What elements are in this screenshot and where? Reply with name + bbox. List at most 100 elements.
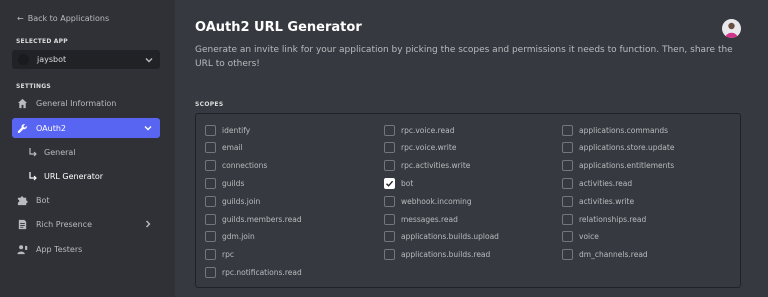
scope-label: guilds.join bbox=[222, 196, 261, 206]
scope-label: rpc bbox=[222, 250, 234, 260]
app-avatar bbox=[18, 54, 29, 65]
puzzle-icon bbox=[17, 195, 28, 206]
scope-checkbox[interactable] bbox=[205, 160, 216, 172]
scope-checkbox[interactable] bbox=[384, 160, 395, 172]
scope-checkbox-row[interactable]: applications.builds.upload bbox=[384, 230, 499, 244]
scope-checkbox-row[interactable]: rpc.voice.read bbox=[384, 123, 454, 137]
scope-checkbox-row[interactable]: applications.store.update bbox=[562, 141, 674, 155]
scope-checkbox[interactable] bbox=[205, 124, 216, 136]
app-selector[interactable]: jaysbot bbox=[12, 50, 160, 69]
scope-checkbox[interactable] bbox=[562, 213, 573, 225]
scope-checkbox-row[interactable]: activities.read bbox=[562, 176, 632, 190]
sidebar-item-app-testers[interactable]: App Testers bbox=[12, 239, 160, 259]
scope-checkbox-row[interactable]: voice bbox=[562, 230, 599, 244]
scope-checkbox[interactable] bbox=[384, 124, 395, 136]
scope-checkbox-row[interactable]: bot bbox=[384, 176, 413, 190]
scopes-heading: SCOPES bbox=[195, 101, 224, 108]
scope-label: messages.read bbox=[401, 214, 458, 224]
page-title: OAuth2 URL Generator bbox=[195, 20, 362, 35]
sidebar-item-bot[interactable]: Bot bbox=[12, 190, 160, 210]
scope-checkbox-row[interactable]: applications.commands bbox=[562, 123, 668, 137]
chevron-down-icon bbox=[144, 126, 152, 131]
sidebar-item-rich-presence[interactable]: Rich Presence bbox=[12, 214, 160, 234]
scope-label: identify bbox=[222, 125, 251, 135]
scope-checkbox-row[interactable]: email bbox=[205, 141, 243, 155]
scope-checkbox-row[interactable]: applications.builds.read bbox=[384, 248, 490, 262]
scope-checkbox[interactable] bbox=[562, 231, 573, 243]
scope-label: guilds.members.read bbox=[222, 214, 302, 224]
sidebar-item-oauth2[interactable]: OAuth2 bbox=[12, 118, 160, 138]
scope-label: connections bbox=[222, 161, 268, 171]
scope-checkbox[interactable] bbox=[384, 249, 395, 261]
sidebar-subitem-label: URL Generator bbox=[44, 171, 104, 181]
scope-label: gdm.join bbox=[222, 232, 255, 242]
scope-checkbox-row[interactable]: rpc.notifications.read bbox=[205, 265, 302, 279]
scope-checkbox[interactable] bbox=[384, 142, 395, 154]
scope-label: activities.write bbox=[579, 196, 635, 206]
scope-checkbox[interactable] bbox=[205, 231, 216, 243]
scope-checkbox-row[interactable]: rpc bbox=[205, 248, 234, 262]
sidebar-subitem-label: General bbox=[44, 147, 76, 157]
scope-label: voice bbox=[579, 232, 599, 242]
scope-checkbox-row[interactable]: connections bbox=[205, 159, 267, 173]
back-link-label: Back to Applications bbox=[27, 14, 110, 23]
scope-checkbox-row[interactable]: webhook.incoming bbox=[384, 194, 472, 208]
scope-checkbox[interactable] bbox=[562, 249, 573, 261]
scope-checkbox-row[interactable]: dm_channels.read bbox=[562, 248, 648, 262]
main-content: OAuth2 URL Generator Generate an invite … bbox=[175, 0, 768, 297]
scope-label: relationships.read bbox=[579, 214, 647, 224]
page-description: Generate an invite link for your applica… bbox=[195, 45, 733, 69]
scope-checkbox-row[interactable]: guilds.join bbox=[205, 194, 260, 208]
back-to-applications-link[interactable]: ← Back to Applications bbox=[17, 14, 109, 23]
scope-label: applications.entitlements bbox=[579, 161, 675, 171]
document-icon bbox=[17, 219, 28, 230]
scope-label: activities.read bbox=[579, 178, 633, 188]
scope-checkbox[interactable] bbox=[205, 266, 216, 278]
avatar[interactable] bbox=[722, 19, 741, 38]
subitem-arrow-icon bbox=[29, 172, 37, 181]
scope-checkbox-row[interactable]: applications.entitlements bbox=[562, 159, 674, 173]
scope-checkbox[interactable] bbox=[562, 195, 573, 207]
sidebar: ← Back to Applications SELECTED APP jays… bbox=[0, 0, 175, 297]
scope-checkbox-row[interactable]: guilds.members.read bbox=[205, 212, 302, 226]
scope-checkbox-row[interactable]: rpc.activities.write bbox=[384, 159, 470, 173]
scope-checkbox[interactable] bbox=[205, 177, 216, 189]
scope-label: email bbox=[222, 143, 243, 153]
scope-checkbox[interactable] bbox=[384, 213, 395, 225]
scope-label: guilds bbox=[222, 178, 245, 188]
scope-label: dm_channels.read bbox=[579, 250, 648, 260]
scope-checkbox[interactable] bbox=[562, 160, 573, 172]
scope-checkbox[interactable] bbox=[562, 177, 573, 189]
sidebar-subitem-url-generator[interactable]: URL Generator bbox=[28, 167, 103, 185]
scope-checkbox-row[interactable]: activities.write bbox=[562, 194, 634, 208]
scope-checkbox-row[interactable]: rpc.voice.write bbox=[384, 141, 456, 155]
scope-label: applications.builds.upload bbox=[401, 232, 499, 242]
scope-checkbox[interactable] bbox=[205, 213, 216, 225]
sidebar-item-label: OAuth2 bbox=[36, 123, 66, 133]
scope-checkbox[interactable] bbox=[205, 249, 216, 261]
scope-checkbox[interactable] bbox=[384, 231, 395, 243]
scope-checkbox[interactable] bbox=[384, 177, 395, 189]
scope-checkbox-row[interactable]: gdm.join bbox=[205, 230, 255, 244]
scope-label: rpc.activities.write bbox=[401, 161, 471, 171]
scope-checkbox[interactable] bbox=[562, 124, 573, 136]
scope-label: applications.store.update bbox=[579, 143, 675, 153]
scope-label: webhook.incoming bbox=[401, 196, 472, 206]
sidebar-subitem-general[interactable]: General bbox=[28, 143, 76, 161]
scope-checkbox-row[interactable]: identify bbox=[205, 123, 250, 137]
scope-checkbox[interactable] bbox=[205, 142, 216, 154]
sidebar-item-general-information[interactable]: General Information bbox=[12, 93, 160, 113]
scope-checkbox-row[interactable]: guilds bbox=[205, 176, 244, 190]
scope-label: rpc.notifications.read bbox=[222, 267, 302, 277]
sidebar-item-label: General Information bbox=[36, 98, 117, 108]
chevron-down-icon bbox=[145, 57, 153, 62]
scope-checkbox[interactable] bbox=[384, 195, 395, 207]
scope-checkbox-row[interactable]: messages.read bbox=[384, 212, 458, 226]
arrow-left-icon: ← bbox=[17, 14, 24, 23]
scope-checkbox-row[interactable]: relationships.read bbox=[562, 212, 646, 226]
scope-checkbox[interactable] bbox=[205, 195, 216, 207]
scope-checkbox[interactable] bbox=[562, 142, 573, 154]
scope-label: applications.commands bbox=[579, 125, 669, 135]
scope-label: rpc.voice.read bbox=[401, 125, 455, 135]
scope-label: bot bbox=[401, 178, 414, 188]
